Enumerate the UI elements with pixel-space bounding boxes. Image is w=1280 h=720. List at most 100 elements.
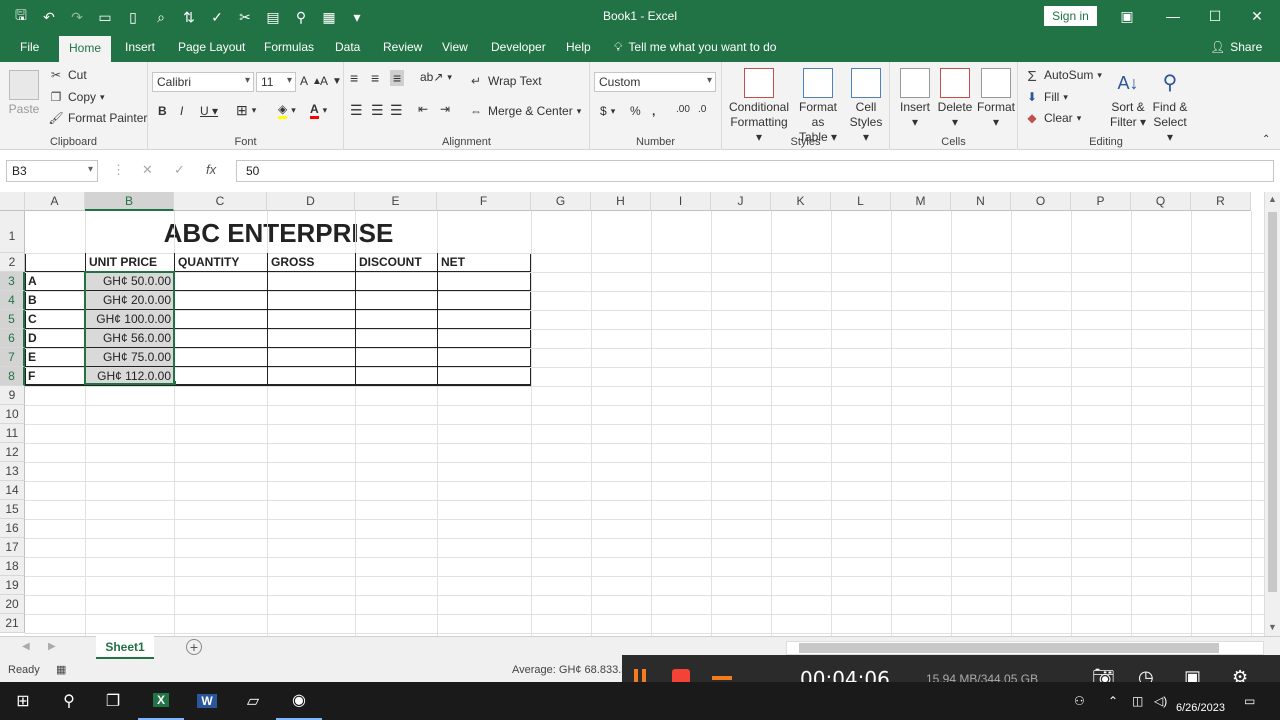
format-cells-button[interactable]: Format ▾: [976, 68, 1016, 130]
name-box[interactable]: B3: [6, 160, 98, 182]
row-header-21[interactable]: 21: [0, 614, 25, 633]
file-explorer-icon[interactable]: ▱: [230, 682, 276, 720]
new-sheet-icon[interactable]: +: [186, 639, 202, 655]
wrap-text-button[interactable]: ↵ Wrap Text: [468, 74, 542, 88]
empty-table-cell[interactable]: [355, 348, 437, 367]
insert-cells-button[interactable]: Insert ▾: [896, 68, 934, 130]
font-name-combo[interactable]: Calibri: [152, 72, 254, 92]
row-header-18[interactable]: 18: [0, 557, 25, 576]
minimize-recorder-icon[interactable]: [712, 676, 732, 680]
macro-record-icon[interactable]: ▦: [56, 663, 66, 676]
recorder-app-icon[interactable]: ◉: [276, 682, 322, 720]
merge-center-button[interactable]: ⇔ Merge & Center ▾: [468, 104, 581, 118]
empty-table-cell[interactable]: [437, 329, 531, 348]
row-header-3[interactable]: 3: [0, 272, 25, 291]
align-top-icon[interactable]: ≡: [350, 70, 358, 86]
cancel-icon[interactable]: ✕: [142, 162, 153, 178]
empty-table-cell[interactable]: [437, 348, 531, 367]
row-header-2[interactable]: 2: [0, 253, 25, 272]
row-header-5[interactable]: 5: [0, 310, 25, 329]
empty-table-cell[interactable]: [437, 291, 531, 310]
column-header-e[interactable]: E: [355, 192, 437, 211]
autosum-button[interactable]: Σ AutoSum ▾: [1024, 68, 1102, 85]
header-cell[interactable]: GROSS: [267, 253, 355, 272]
scroll-up-icon[interactable]: ▲: [1268, 194, 1277, 204]
item-cell[interactable]: A: [25, 272, 85, 291]
minimize-button[interactable]: —: [1150, 0, 1196, 32]
enter-icon[interactable]: ✓: [174, 162, 185, 178]
copy-button[interactable]: ❐ Copy ▾: [48, 90, 105, 104]
item-cell[interactable]: E: [25, 348, 85, 367]
empty-table-cell[interactable]: [437, 367, 531, 386]
row-header-19[interactable]: 19: [0, 576, 25, 595]
row-header-12[interactable]: 12: [0, 443, 25, 462]
ribbon-display-options-icon[interactable]: ▣: [1104, 0, 1150, 32]
tab-page-layout[interactable]: Page Layout: [178, 40, 245, 54]
item-cell[interactable]: D: [25, 329, 85, 348]
cut-button[interactable]: ✂ Cut: [48, 68, 87, 82]
unit-price-cell[interactable]: GH¢ 20.0.00: [85, 291, 174, 310]
decrease-indent-icon[interactable]: ⇤: [418, 102, 428, 116]
empty-table-cell[interactable]: [174, 329, 267, 348]
row-header-16[interactable]: 16: [0, 519, 25, 538]
column-header-q[interactable]: Q: [1131, 192, 1191, 211]
horizontal-scroll-thumb[interactable]: [799, 643, 1219, 653]
scroll-down-icon[interactable]: ▼: [1268, 622, 1277, 632]
percent-icon[interactable]: %: [630, 104, 641, 118]
row-header-6[interactable]: 6: [0, 329, 25, 348]
column-header-p[interactable]: P: [1071, 192, 1131, 211]
header-cell-empty[interactable]: [25, 253, 85, 272]
row-header-11[interactable]: 11: [0, 424, 25, 443]
column-header-l[interactable]: L: [831, 192, 891, 211]
task-view-icon[interactable]: ❐: [90, 682, 136, 720]
cell-styles-button[interactable]: Cell Styles ▾: [846, 68, 886, 145]
column-header-n[interactable]: N: [951, 192, 1011, 211]
empty-table-cell[interactable]: [355, 291, 437, 310]
tab-file[interactable]: File: [20, 40, 39, 54]
column-header-g[interactable]: G: [531, 192, 591, 211]
paste-button[interactable]: Paste: [6, 70, 42, 117]
excel-app-icon[interactable]: X: [138, 682, 184, 720]
fill-color-icon[interactable]: ◈ ▾: [278, 102, 296, 119]
row-header-20[interactable]: 20: [0, 595, 25, 614]
vertical-scrollbar[interactable]: ▲ ▼: [1264, 192, 1280, 636]
borders-icon[interactable]: ⊞ ▾: [236, 102, 256, 119]
tab-home[interactable]: Home: [59, 36, 112, 62]
decrease-font-icon[interactable]: A ▼: [320, 74, 342, 88]
sheet-tab-sheet1[interactable]: Sheet1: [96, 636, 154, 659]
number-format-combo[interactable]: Custom: [594, 72, 716, 92]
item-cell[interactable]: F: [25, 367, 85, 386]
row-header-14[interactable]: 14: [0, 481, 25, 500]
column-header-a[interactable]: A: [25, 192, 85, 211]
tab-review[interactable]: Review: [383, 40, 422, 54]
column-header-r[interactable]: R: [1191, 192, 1251, 211]
decrease-decimal-icon[interactable]: .0: [698, 104, 706, 115]
empty-table-cell[interactable]: [174, 367, 267, 386]
align-right-icon[interactable]: ☰: [390, 102, 403, 119]
conditional-formatting-button[interactable]: Conditional Formatting ▾: [728, 68, 790, 145]
empty-table-cell[interactable]: [174, 310, 267, 329]
close-button[interactable]: ✕: [1234, 0, 1280, 32]
row-header-7[interactable]: 7: [0, 348, 25, 367]
empty-table-cell[interactable]: [174, 348, 267, 367]
row-header-8[interactable]: 8: [0, 367, 25, 386]
column-header-o[interactable]: O: [1011, 192, 1071, 211]
empty-table-cell[interactable]: [267, 272, 355, 291]
tab-formulas[interactable]: Formulas: [264, 40, 314, 54]
header-cell[interactable]: DISCOUNT: [355, 253, 437, 272]
column-header-b[interactable]: B: [85, 192, 174, 211]
tab-help[interactable]: Help: [566, 40, 591, 54]
insert-function-icon[interactable]: fx: [206, 162, 216, 177]
empty-table-cell[interactable]: [267, 329, 355, 348]
word-app-icon[interactable]: W: [184, 682, 230, 720]
copy-dropdown-icon[interactable]: ▾: [100, 92, 105, 103]
horizontal-scrollbar[interactable]: [786, 641, 1264, 655]
increase-font-icon[interactable]: A ▲: [300, 74, 322, 88]
row-header-17[interactable]: 17: [0, 538, 25, 557]
increase-indent-icon[interactable]: ⇥: [440, 102, 450, 116]
row-header-9[interactable]: 9: [0, 386, 25, 405]
empty-table-cell[interactable]: [267, 348, 355, 367]
unit-price-cell[interactable]: GH¢ 50.0.00: [85, 272, 174, 291]
empty-table-cell[interactable]: [174, 272, 267, 291]
collapse-ribbon-icon[interactable]: ⌃: [1262, 134, 1270, 145]
